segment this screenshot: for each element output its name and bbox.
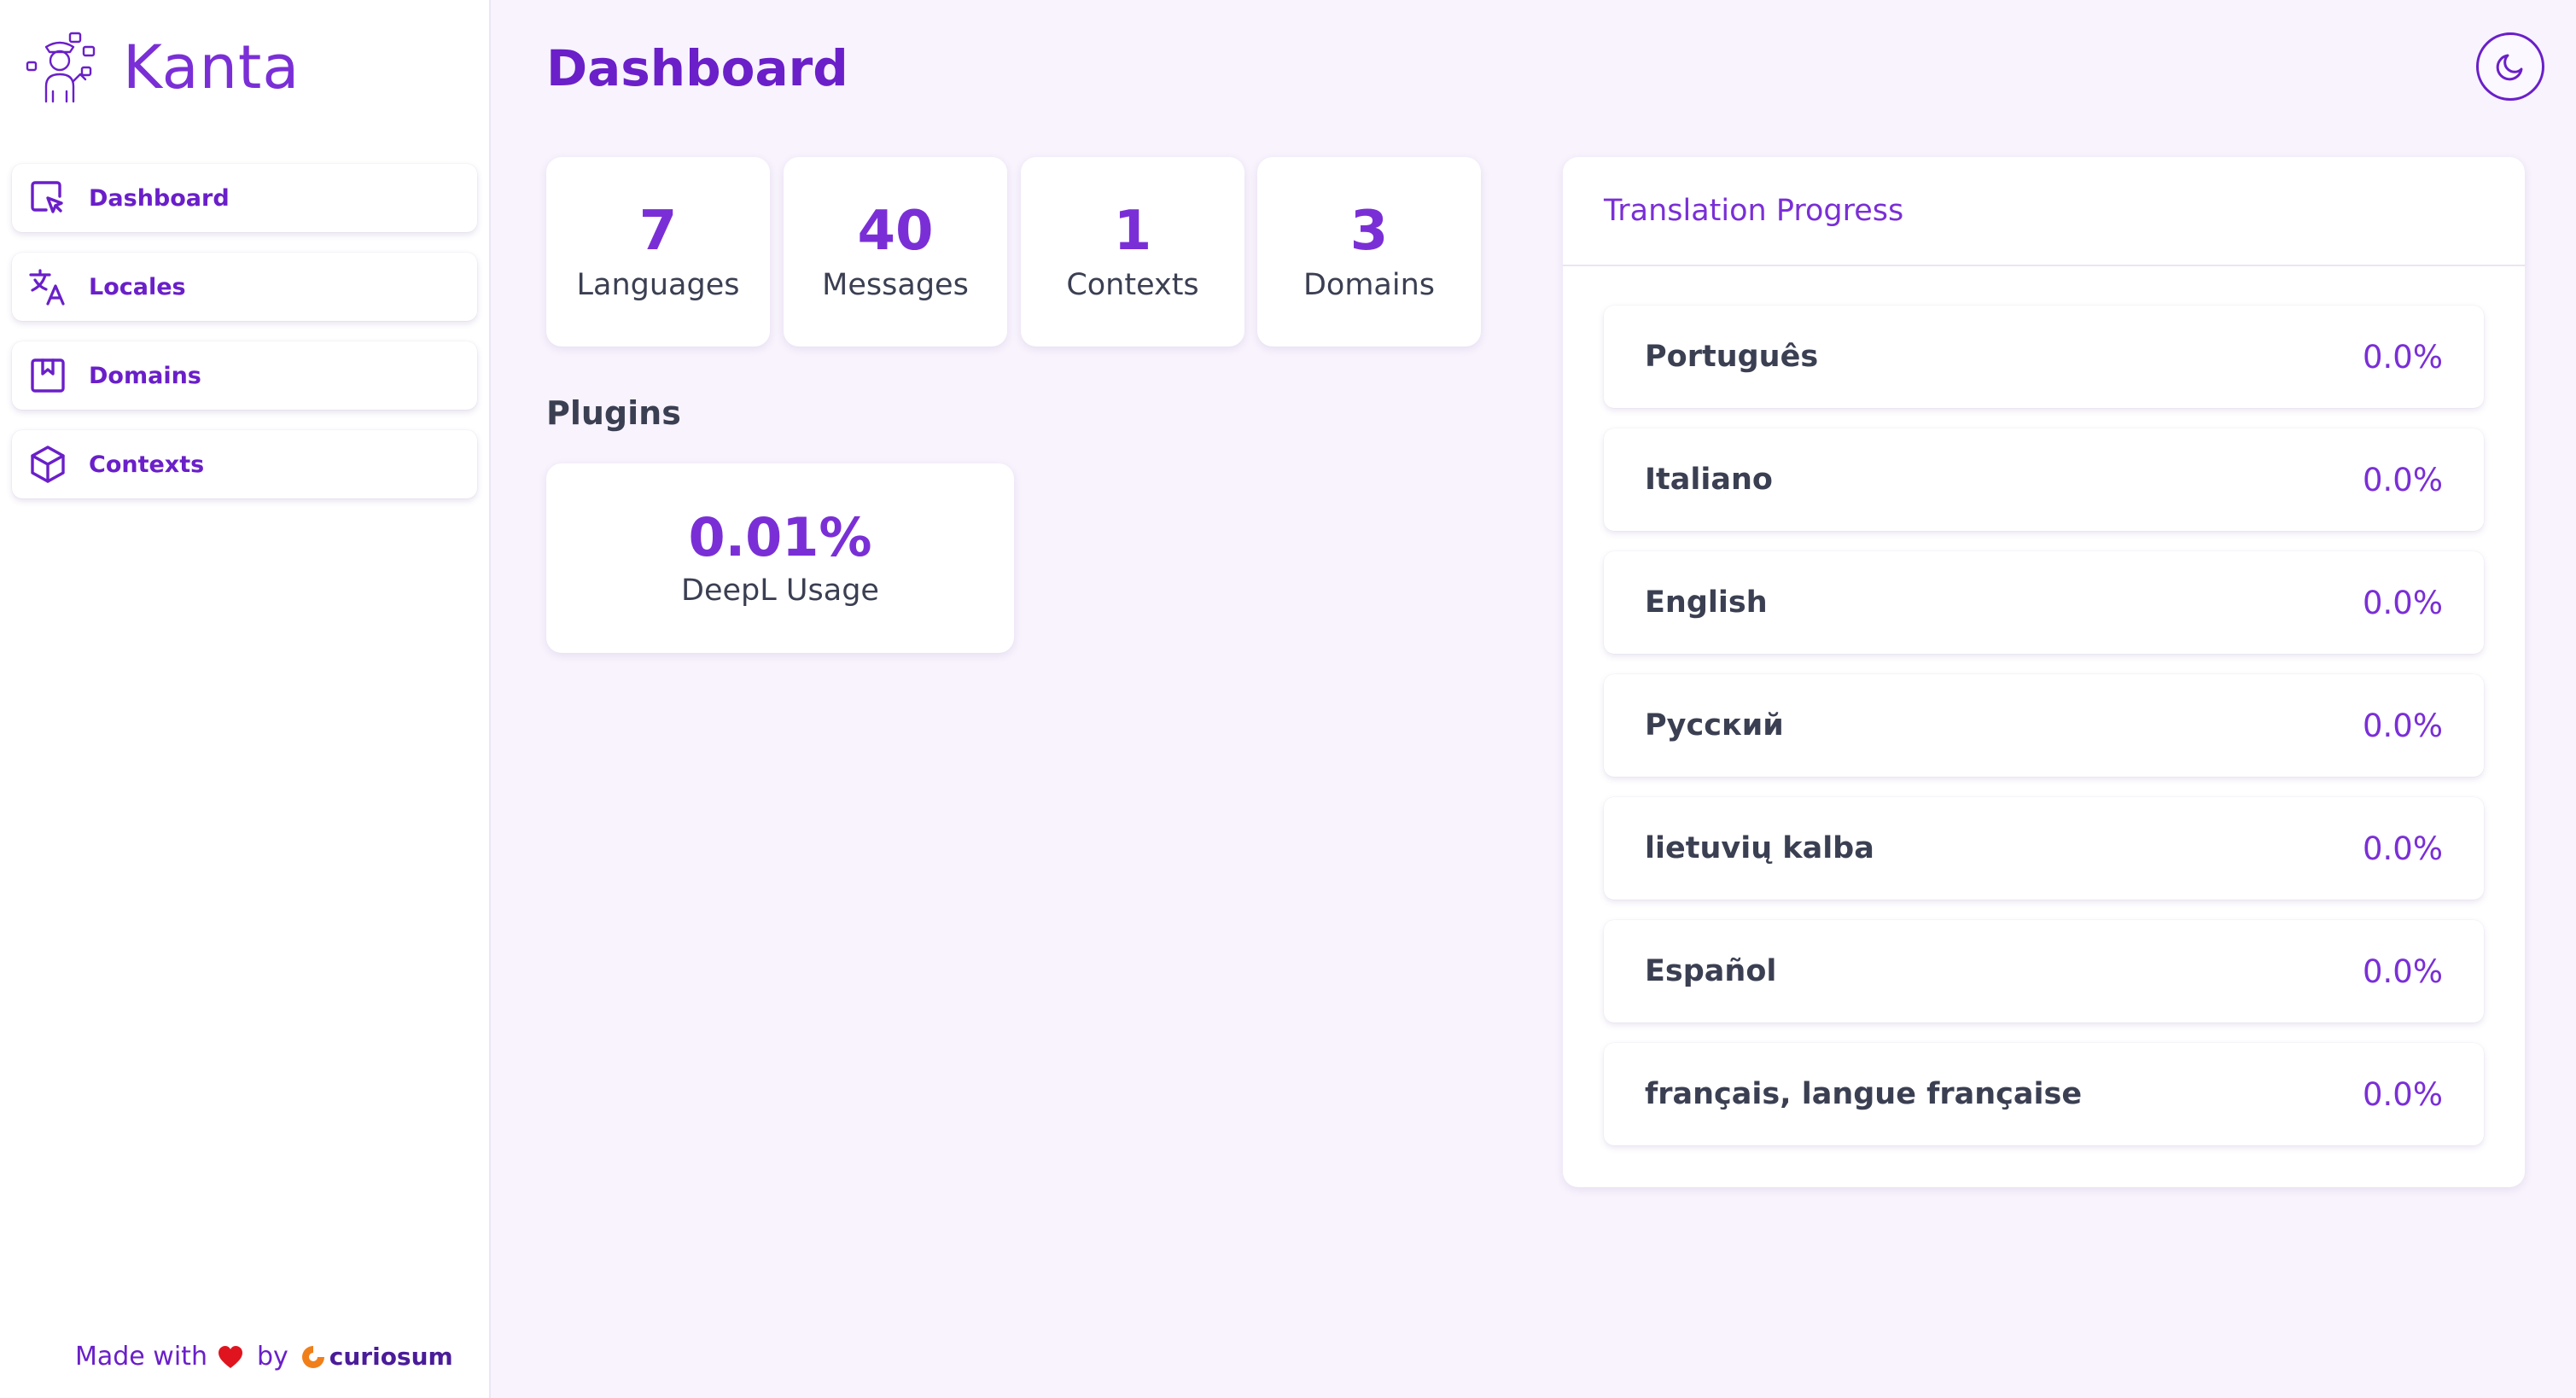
stat-label: Contexts (1066, 268, 1199, 303)
locale-progress-row[interactable]: Русский 0.0% (1604, 674, 2484, 777)
locale-percent: 0.0% (2363, 1075, 2443, 1113)
curiosum-link[interactable]: curiosum (300, 1343, 453, 1371)
translation-progress-card: Translation Progress Português 0.0% Ital… (1563, 157, 2525, 1187)
stat-value: 3 (1349, 199, 1389, 263)
locale-name: Português (1645, 340, 1819, 374)
stat-card-domains[interactable]: 3 Domains (1257, 157, 1481, 347)
locale-progress-row[interactable]: Português 0.0% (1604, 306, 2484, 408)
stat-card-contexts[interactable]: 1 Contexts (1021, 157, 1244, 347)
deepl-usage-label: DeepL Usage (681, 574, 879, 609)
app-root: Kanta Dashboard Locales Domains Contexts… (0, 0, 2576, 1398)
locale-percent: 0.0% (2363, 830, 2443, 867)
sidebar-item-locales[interactable]: Locales (12, 253, 477, 321)
stat-value: 7 (638, 199, 678, 263)
locale-percent: 0.0% (2363, 338, 2443, 376)
sidebar-nav: Dashboard Locales Domains Contexts (12, 164, 477, 519)
sidebar-item-label: Locales (89, 273, 186, 300)
plugin-card-deepl[interactable]: 0.01% DeepL Usage (546, 463, 1014, 653)
cube-icon (31, 446, 65, 483)
stat-card-messages[interactable]: 40 Messages (784, 157, 1007, 347)
stat-label: Domains (1303, 268, 1436, 303)
locale-progress-list: Português 0.0% Italiano 0.0% English 0.0… (1604, 306, 2484, 1166)
sidebar-item-label: Dashboard (89, 184, 230, 212)
footer-by: by (256, 1342, 288, 1372)
locale-progress-row[interactable]: English 0.0% (1604, 551, 2484, 654)
stat-card-languages[interactable]: 7 Languages (546, 157, 770, 347)
locale-percent: 0.0% (2363, 707, 2443, 744)
stat-label: Messages (822, 268, 969, 303)
locale-name: Español (1645, 954, 1777, 988)
locale-name: français, langue française (1645, 1077, 2083, 1111)
dashboard-cursor-icon (31, 181, 63, 213)
plugins-heading: Plugins (546, 394, 681, 432)
curiosum-brand: curiosum (329, 1343, 453, 1371)
theme-toggle-button[interactable] (2476, 32, 2544, 101)
locale-progress-row[interactable]: français, langue française 0.0% (1604, 1043, 2484, 1145)
bookmark-icon (31, 358, 65, 393)
translate-icon (29, 269, 65, 306)
locale-progress-row[interactable]: Italiano 0.0% (1604, 428, 2484, 531)
sidebar-item-dashboard[interactable]: Dashboard (12, 164, 477, 232)
brand[interactable]: Kanta (22, 29, 300, 106)
kanta-logo-icon (26, 32, 96, 103)
locale-progress-row[interactable]: lietuvių kalba 0.0% (1604, 797, 2484, 900)
footer-made-with: Made with (75, 1342, 207, 1372)
app-name: Kanta (123, 32, 300, 102)
locale-percent: 0.0% (2363, 461, 2443, 498)
locale-name: Русский (1645, 708, 1784, 743)
locale-percent: 0.0% (2363, 952, 2443, 990)
page-title: Dashboard (546, 39, 848, 97)
curiosum-logo-icon (301, 1345, 324, 1368)
stat-value: 40 (857, 199, 934, 263)
locale-progress-row[interactable]: Español 0.0% (1604, 920, 2484, 1022)
sidebar-item-label: Domains (89, 362, 201, 389)
sidebar: Kanta Dashboard Locales Domains Contexts… (0, 0, 491, 1398)
stat-value: 1 (1113, 199, 1152, 263)
sidebar-item-domains[interactable]: Domains (12, 341, 477, 410)
heart-icon (218, 1345, 242, 1368)
moon-icon (2496, 54, 2523, 81)
translation-progress-title: Translation Progress (1563, 157, 2525, 266)
locale-name: Italiano (1645, 463, 1773, 497)
sidebar-item-label: Contexts (89, 451, 205, 478)
stat-label: Languages (576, 268, 740, 303)
locale-name: English (1645, 585, 1768, 620)
locale-name: lietuvių kalba (1645, 831, 1874, 865)
locale-percent: 0.0% (2363, 584, 2443, 621)
deepl-usage-value: 0.01% (688, 505, 872, 568)
sidebar-item-contexts[interactable]: Contexts (12, 430, 477, 498)
footer-credit: Made with by curiosum (75, 1342, 453, 1372)
